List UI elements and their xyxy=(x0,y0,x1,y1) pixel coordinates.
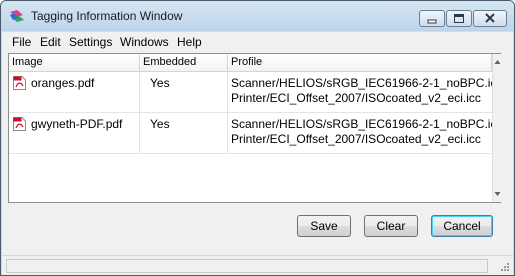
tagging-table: Image Embedded Profile oranges.pdf Yes S… xyxy=(8,53,502,203)
save-button[interactable]: Save xyxy=(297,215,351,237)
profile-cell: Scanner/HELIOS/sRGB_IEC61966-2-1_noBPC.i… xyxy=(228,113,492,153)
image-cell: oranges.pdf xyxy=(9,72,140,112)
window-title: Tagging Information Window xyxy=(31,9,183,23)
menu-bar: File Edit Settings Windows Help xyxy=(2,31,513,52)
column-header-profile[interactable]: Profile xyxy=(228,54,492,71)
minimize-button[interactable] xyxy=(419,10,445,27)
column-header-embedded[interactable]: Embedded xyxy=(140,54,228,71)
profile-line: Scanner/HELIOS/sRGB_IEC61966-2-1_noBPC.i… xyxy=(231,76,492,90)
pdf-file-icon xyxy=(13,76,26,90)
table-row[interactable]: gwyneth-PDF.pdf Yes Scanner/HELIOS/sRGB_… xyxy=(9,113,492,154)
title-bar[interactable]: Tagging Information Window xyxy=(1,1,514,31)
pdf-file-icon xyxy=(13,117,26,131)
menu-settings[interactable]: Settings xyxy=(69,35,112,49)
vertical-scrollbar[interactable] xyxy=(492,54,502,202)
file-name: oranges.pdf xyxy=(31,76,95,90)
status-field xyxy=(6,259,488,273)
menu-file[interactable]: File xyxy=(12,35,31,49)
file-name: gwyneth-PDF.pdf xyxy=(31,117,123,131)
menu-windows[interactable]: Windows xyxy=(120,35,169,49)
profile-line: Scanner/HELIOS/sRGB_IEC61966-2-1_noBPC.i… xyxy=(231,117,492,131)
table-header: Image Embedded Profile xyxy=(9,54,492,72)
resize-grip-icon[interactable] xyxy=(498,262,510,274)
scroll-down-icon[interactable] xyxy=(493,188,502,200)
maximize-icon xyxy=(454,14,464,23)
menu-edit[interactable]: Edit xyxy=(40,35,61,49)
table-row[interactable]: oranges.pdf Yes Scanner/HELIOS/sRGB_IEC6… xyxy=(9,72,492,113)
clear-button[interactable]: Clear xyxy=(364,215,418,237)
profile-line: Printer/ECI_Offset_2007/ISOcoated_v2_eci… xyxy=(231,91,481,105)
embedded-value: Yes xyxy=(150,117,170,131)
maximize-button[interactable] xyxy=(446,10,472,27)
close-button[interactable] xyxy=(473,10,507,27)
column-header-image[interactable]: Image xyxy=(9,54,140,71)
profile-cell: Scanner/HELIOS/sRGB_IEC61966-2-1_noBPC.i… xyxy=(228,72,492,112)
tagging-information-window: Tagging Information Window File Edit Set… xyxy=(0,0,515,276)
profile-line: Printer/ECI_Offset_2007/ISOcoated_v2_eci… xyxy=(231,132,481,146)
image-cell: gwyneth-PDF.pdf xyxy=(9,113,140,153)
close-icon xyxy=(485,13,495,23)
embedded-cell: Yes xyxy=(140,113,228,153)
embedded-cell: Yes xyxy=(140,72,228,112)
status-bar xyxy=(2,255,513,275)
minimize-icon xyxy=(427,19,437,24)
scroll-up-icon[interactable] xyxy=(493,56,502,68)
embedded-value: Yes xyxy=(150,76,170,90)
tag-icon xyxy=(10,10,24,22)
menu-help[interactable]: Help xyxy=(177,35,202,49)
cancel-button[interactable]: Cancel xyxy=(431,215,493,237)
client-area: Image Embedded Profile oranges.pdf Yes S… xyxy=(2,51,513,275)
